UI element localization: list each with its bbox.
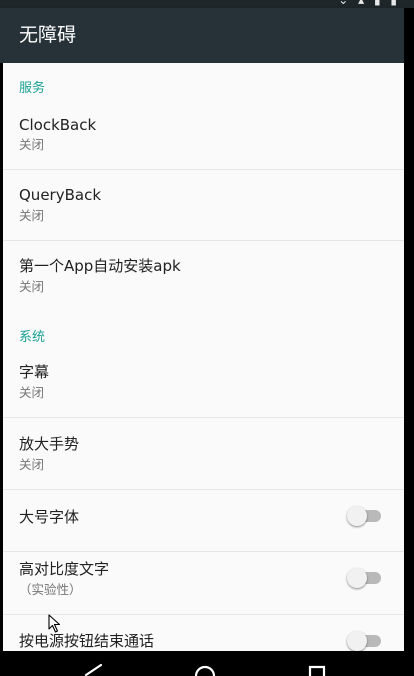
- pref-title: 第一个App自动安装apk: [19, 257, 181, 275]
- status-icons: ⌄ ▴ ▮ ▮: [338, 0, 400, 7]
- switch-thumb: [347, 568, 367, 588]
- pref-item-large-text[interactable]: 大号字体: [3, 490, 404, 552]
- pref-item-clockback[interactable]: ClockBack 关闭: [3, 103, 404, 170]
- navigation-bar: [0, 651, 414, 676]
- pref-title: 放大手势: [19, 435, 80, 453]
- pref-item-magnification-gestures[interactable]: 放大手势 关闭: [3, 418, 404, 490]
- pref-item-high-contrast-text[interactable]: 高对比度文字 （实验性）: [3, 552, 404, 615]
- pref-title: 按电源按钮结束通话: [19, 632, 155, 650]
- recents-icon[interactable]: [308, 665, 326, 676]
- pref-title: 大号字体: [19, 508, 80, 526]
- status-bar: ⌄ ▴ ▮ ▮: [0, 0, 414, 8]
- home-icon[interactable]: [193, 664, 217, 676]
- section-header-services: 服务: [19, 81, 46, 96]
- mouse-cursor-icon: [48, 614, 61, 633]
- power-button-ends-call-switch[interactable]: [347, 629, 383, 651]
- settings-list[interactable]: 服务 ClockBack 关闭 QueryBack 关闭 第一个App自动安装a…: [3, 63, 404, 651]
- pref-item-power-button-ends-call[interactable]: 按电源按钮结束通话: [3, 615, 404, 651]
- pref-summary: 关闭: [19, 457, 45, 472]
- switch-thumb: [347, 506, 367, 526]
- high-contrast-text-switch[interactable]: [347, 566, 383, 590]
- pref-title: QueryBack: [19, 186, 102, 204]
- app-bar: 无障碍: [0, 8, 404, 63]
- pref-summary: 关闭: [19, 385, 45, 400]
- pref-summary: （实验性）: [19, 582, 82, 597]
- large-text-switch[interactable]: [347, 504, 383, 528]
- switch-thumb: [347, 631, 367, 651]
- pref-title: 字幕: [19, 363, 50, 381]
- pref-summary: 关闭: [19, 208, 45, 223]
- page-title: 无障碍: [19, 24, 77, 46]
- pref-summary: 关闭: [19, 279, 45, 294]
- pref-item-captions[interactable]: 字幕 关闭: [3, 353, 404, 418]
- pref-title: ClockBack: [19, 116, 97, 134]
- pref-item-queryback[interactable]: QueryBack 关闭: [3, 170, 404, 241]
- section-header-system: 系统: [19, 330, 46, 345]
- pref-summary: 关闭: [19, 137, 45, 152]
- pref-item-auto-install-apk[interactable]: 第一个App自动安装apk 关闭: [3, 241, 404, 311]
- back-icon[interactable]: [84, 663, 104, 676]
- pref-title: 高对比度文字: [19, 560, 110, 578]
- screen-edge: [404, 63, 414, 651]
